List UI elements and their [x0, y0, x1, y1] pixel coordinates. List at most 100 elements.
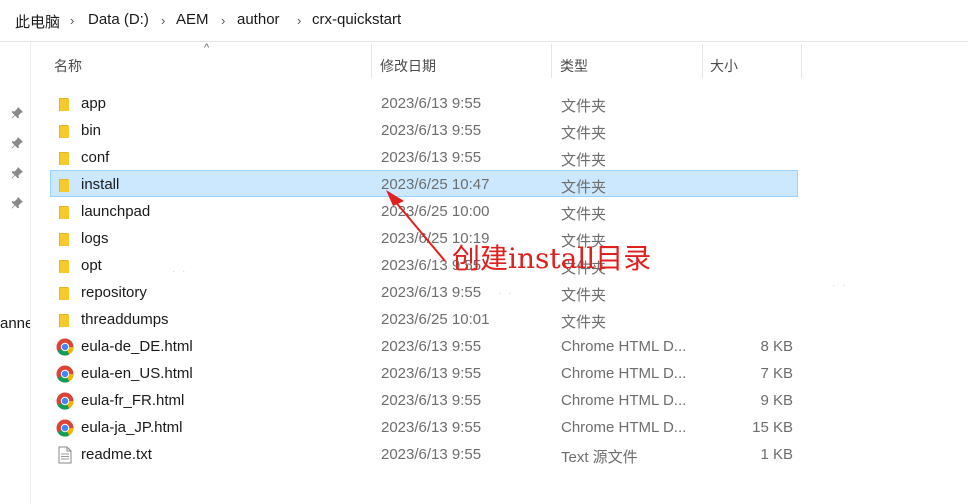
file-modified-date: 2023/6/13 9:55	[381, 149, 482, 166]
file-type: Chrome HTML D...	[561, 419, 687, 436]
file-type: 文件夹	[561, 98, 607, 115]
file-row[interactable]: logs 2023/6/25 10:19 文件夹	[50, 224, 798, 251]
file-row[interactable]: app 2023/6/13 9:55 文件夹	[50, 89, 798, 116]
file-type: Text 源文件	[561, 449, 638, 466]
background-dots: · ·	[172, 266, 188, 277]
file-name[interactable]: opt	[81, 257, 102, 274]
background-dots: · ·	[832, 280, 848, 291]
column-header-size[interactable]: 大小	[703, 44, 801, 78]
chrome-icon	[56, 419, 74, 437]
file-row[interactable]: eula-ja_JP.html 2023/6/13 9:55 Chrome HTML…	[50, 413, 798, 440]
file-row[interactable]: opt 2023/6/13 9:55 文件夹	[50, 251, 798, 278]
file-name[interactable]: eula-de_DE.html	[81, 338, 193, 355]
file-modified-date: 2023/6/13 9:55	[381, 122, 482, 139]
file-modified-date: 2023/6/13 9:55	[381, 392, 482, 409]
column-header-name-label: 名称	[54, 58, 82, 74]
annotation-label: 创建install目录	[452, 242, 652, 275]
file-name[interactable]: threaddumps	[81, 311, 169, 328]
file-modified-date: 2023/6/13 9:55	[381, 284, 482, 301]
breadcrumb-aem[interactable]: AEM	[176, 11, 209, 28]
file-name[interactable]: repository	[81, 284, 147, 301]
file-name[interactable]: app	[81, 95, 106, 112]
folder-icon	[56, 284, 74, 302]
file-type: 文件夹	[561, 152, 607, 169]
file-modified-date: 2023/6/13 9:55	[381, 95, 482, 112]
folder-icon	[56, 203, 74, 221]
file-modified-date: 2023/6/25 10:47	[381, 176, 490, 193]
address-bar[interactable]: 此电脑 › Data (D:) › AEM › author › crx-qui…	[0, 0, 968, 42]
file-name[interactable]: eula-ja_JP.html	[81, 419, 182, 436]
folder-icon	[56, 122, 74, 140]
column-header-type[interactable]: 类型	[552, 44, 702, 78]
file-modified-date: 2023/6/13 9:55	[381, 446, 482, 463]
file-type: 文件夹	[561, 125, 607, 142]
file-type: Chrome HTML D...	[561, 392, 687, 409]
folder-icon	[56, 230, 74, 248]
pin-icon	[10, 196, 24, 210]
file-row[interactable]: threaddumps 2023/6/25 10:01 文件夹	[50, 305, 798, 332]
file-modified-date: 2023/6/13 9:55	[381, 365, 482, 382]
file-row[interactable]: bin 2023/6/13 9:55 文件夹	[50, 116, 798, 143]
folder-icon	[56, 95, 74, 113]
file-row[interactable]: readme.txt 2023/6/13 9:55 Text 源文件 1 KB	[50, 440, 798, 467]
column-header-size-label: 大小	[710, 58, 738, 74]
column-header-name[interactable]: 名称	[50, 44, 371, 78]
file-name[interactable]: conf	[81, 149, 109, 166]
breadcrumb-separator[interactable]: ›	[221, 13, 225, 28]
navigation-pane[interactable]: anne	[0, 42, 31, 504]
file-row[interactable]: eula-fr_FR.html 2023/6/13 9:55 Chrome HTML…	[50, 386, 798, 413]
chrome-icon	[56, 365, 74, 383]
file-type: Chrome HTML D...	[561, 365, 687, 382]
file-name[interactable]: install	[81, 176, 119, 193]
pin-icon	[10, 166, 24, 180]
file-size: 15 KB	[752, 419, 793, 436]
file-row[interactable]: conf 2023/6/13 9:55 文件夹	[50, 143, 798, 170]
file-name[interactable]: launchpad	[81, 203, 150, 220]
text-file-icon	[56, 446, 74, 464]
nav-item-truncated[interactable]: anne	[0, 315, 30, 332]
file-row[interactable]: launchpad 2023/6/25 10:00 文件夹	[50, 197, 798, 224]
file-name[interactable]: eula-fr_FR.html	[81, 392, 184, 409]
file-type: 文件夹	[561, 206, 607, 223]
pin-icon	[10, 106, 24, 120]
file-row[interactable]: eula-en_US.html 2023/6/13 9:55 Chrome HTML…	[50, 359, 798, 386]
file-name[interactable]: bin	[81, 122, 101, 139]
file-row[interactable]: repository 2023/6/13 9:55 文件夹	[50, 278, 798, 305]
breadcrumb-separator[interactable]: ›	[161, 13, 165, 28]
chrome-icon	[56, 392, 74, 410]
breadcrumb-data-drive[interactable]: Data (D:)	[88, 11, 149, 28]
file-name[interactable]: eula-en_US.html	[81, 365, 193, 382]
breadcrumb-separator[interactable]: ›	[70, 13, 74, 28]
column-divider[interactable]	[801, 44, 802, 78]
file-size: 1 KB	[760, 446, 793, 463]
file-size: 7 KB	[760, 365, 793, 382]
file-type: Chrome HTML D...	[561, 338, 687, 355]
breadcrumb-this-pc[interactable]: 此电脑	[15, 11, 60, 32]
file-size: 8 KB	[760, 338, 793, 355]
column-header-date[interactable]: 修改日期	[372, 44, 551, 78]
chrome-icon	[56, 338, 74, 356]
file-name[interactable]: logs	[81, 230, 109, 247]
breadcrumb-separator[interactable]: ›	[297, 13, 301, 28]
file-modified-date: 2023/6/25 10:01	[381, 311, 490, 328]
file-name[interactable]: readme.txt	[81, 446, 152, 463]
column-header-type-label: 类型	[560, 58, 588, 74]
background-dots: · ·	[498, 288, 514, 299]
folder-icon	[56, 149, 74, 167]
file-modified-date: 2023/6/13 9:55	[381, 419, 482, 436]
file-modified-date: 2023/6/25 10:00	[381, 203, 490, 220]
file-type: 文件夹	[561, 287, 607, 304]
folder-icon	[56, 311, 74, 329]
breadcrumb-author[interactable]: author	[237, 11, 280, 28]
file-row[interactable]: eula-de_DE.html 2023/6/13 9:55 Chrome HTML…	[50, 332, 798, 359]
pin-icon	[10, 136, 24, 150]
file-size: 9 KB	[760, 392, 793, 409]
folder-icon	[56, 176, 74, 194]
file-type: 文件夹	[561, 179, 607, 196]
breadcrumb-crx-quickstart[interactable]: crx-quickstart	[312, 11, 401, 28]
column-header-date-label: 修改日期	[380, 58, 436, 74]
folder-icon	[56, 257, 74, 275]
file-row[interactable]: install 2023/6/25 10:47 文件夹	[50, 170, 798, 197]
file-type: 文件夹	[561, 314, 607, 331]
file-modified-date: 2023/6/13 9:55	[381, 338, 482, 355]
